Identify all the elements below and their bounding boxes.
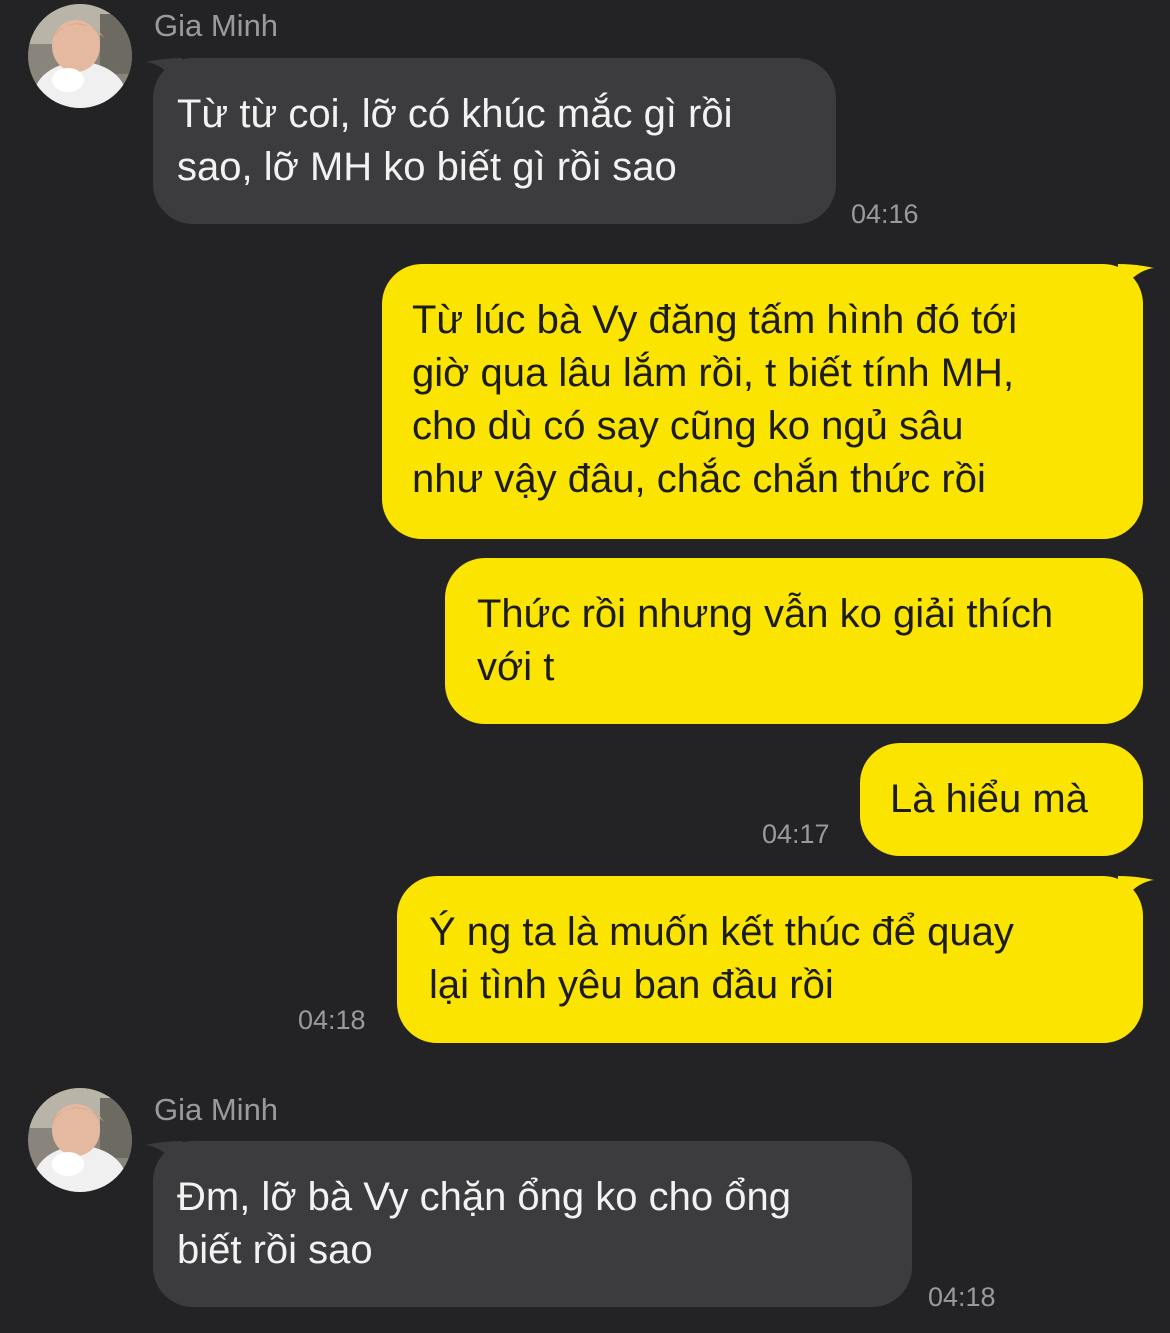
avatar-photo-icon xyxy=(28,4,132,108)
sender-name: Gia Minh xyxy=(154,1092,279,1127)
message-bubble-incoming[interactable]: Đm, lỡ bà Vy chặn ổng ko cho ổng biết rồ… xyxy=(153,1141,912,1307)
message-bubble-outgoing[interactable]: Ý ng ta là muốn kết thúc để quay lại tìn… xyxy=(397,876,1143,1043)
message-line: Từ lúc bà Vy đăng tấm hình đó tới xyxy=(412,298,1018,342)
message-line: với t xyxy=(477,645,555,689)
message-line: Đm, lỡ bà Vy chặn ổng ko cho ổng xyxy=(177,1175,791,1219)
avatar-photo-icon xyxy=(28,1088,132,1192)
message-line: giờ qua lâu lắm rồi, t biết tính MH, xyxy=(412,351,1015,395)
message-line: Là hiểu mà xyxy=(890,777,1088,821)
avatar[interactable] xyxy=(28,1088,132,1192)
message-line: Từ từ coi, lỡ có khúc mắc gì rồi xyxy=(177,92,733,136)
message-line: cho dù có say cũng ko ngủ sâu xyxy=(412,404,964,448)
message-bubble-outgoing[interactable]: Từ lúc bà Vy đăng tấm hình đó tới giờ qu… xyxy=(382,264,1143,539)
message-line: lại tình yêu ban đầu rồi xyxy=(429,963,834,1007)
message-line: Ý ng ta là muốn kết thúc để quay xyxy=(429,910,1014,954)
message-bubble-outgoing[interactable]: Là hiểu mà xyxy=(860,743,1143,856)
message-bubble-incoming[interactable]: Từ từ coi, lỡ có khúc mắc gì rồi sao, lỡ… xyxy=(153,58,836,224)
message-line: Thức rồi nhưng vẫn ko giải thích xyxy=(477,592,1054,636)
message-line: biết rồi sao xyxy=(177,1228,373,1272)
message-timestamp: 04:18 xyxy=(298,1005,366,1035)
message-timestamp: 04:18 xyxy=(928,1282,996,1312)
sender-name: Gia Minh xyxy=(154,8,279,43)
message-timestamp: 04:17 xyxy=(762,819,830,849)
message-line: sao, lỡ MH ko biết gì rồi sao xyxy=(177,145,677,189)
avatar[interactable] xyxy=(28,4,132,108)
message-timestamp: 04:16 xyxy=(851,199,919,229)
message-line: như vậy đâu, chắc chắn thức rồi xyxy=(412,457,986,501)
message-bubble-outgoing[interactable]: Thức rồi nhưng vẫn ko giải thích với t xyxy=(445,558,1143,724)
